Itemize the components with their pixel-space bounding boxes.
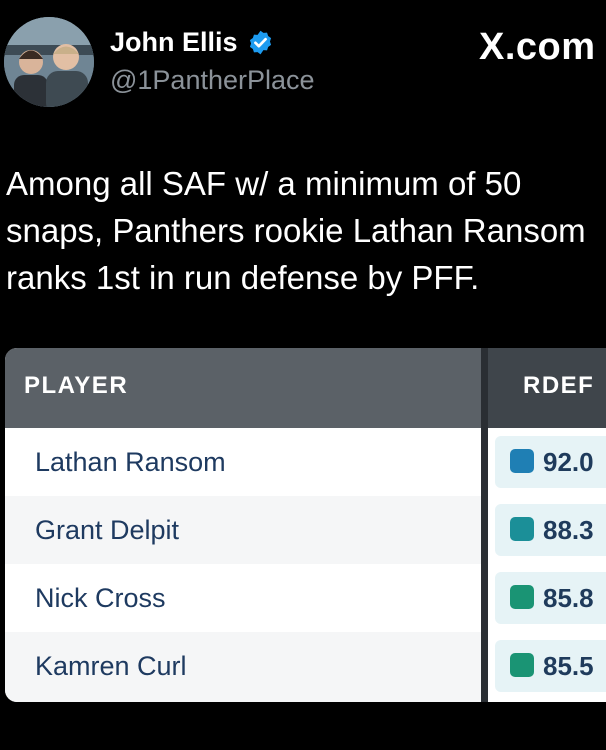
grade-swatch [510,517,534,541]
tweet-line: Among all SAF w/ a minimum of 50 [6,165,522,202]
table-row: Kamren Curl [5,632,481,702]
rdef-grade-value: 92.0 [543,447,594,477]
grade-swatch [510,449,534,473]
rdef-grade-cell: 85.5 [495,640,606,692]
author-name[interactable]: John Ellis [110,27,274,58]
tweet-text: Among all SAF w/ a minimum of 50 snaps, … [6,160,606,301]
verified-badge-icon [247,29,274,56]
author-name-text: John Ellis [110,27,238,57]
rdef-grade-value: 85.5 [543,651,594,681]
table-row: Lathan Ransom [5,428,481,496]
avatar[interactable] [4,17,94,107]
column-header-player[interactable]: PLAYER [24,372,128,400]
grade-swatch [510,585,534,609]
column-header-rdef[interactable]: RDEF [523,372,594,400]
table-row: Grant Delpit [5,496,481,564]
player-name[interactable]: Grant Delpit [35,515,179,546]
tweet-line: snaps, Panthers rookie Lathan Ransom [6,212,586,249]
rdef-grade-value: 85.8 [543,583,594,613]
grade-swatch [510,653,534,677]
player-name[interactable]: Kamren Curl [35,651,187,682]
rdef-grade-cell: 85.8 [495,572,606,624]
tweet-line: ranks 1st in run defense by PFF. [6,259,480,296]
rdef-grade-value: 88.3 [543,515,594,545]
player-name[interactable]: Nick Cross [35,583,166,614]
player-name[interactable]: Lathan Ransom [35,447,226,478]
site-label: X.com [479,26,596,68]
stats-table: PLAYER RDEF Lathan Ransom 92.0 Grant Del… [5,348,606,702]
rdef-grade-cell: 92.0 [495,436,606,488]
column-divider [481,348,488,702]
author-handle[interactable]: @1PantherPlace [110,65,315,96]
rdef-grade-cell: 88.3 [495,504,606,556]
table-row: Nick Cross [5,564,481,632]
